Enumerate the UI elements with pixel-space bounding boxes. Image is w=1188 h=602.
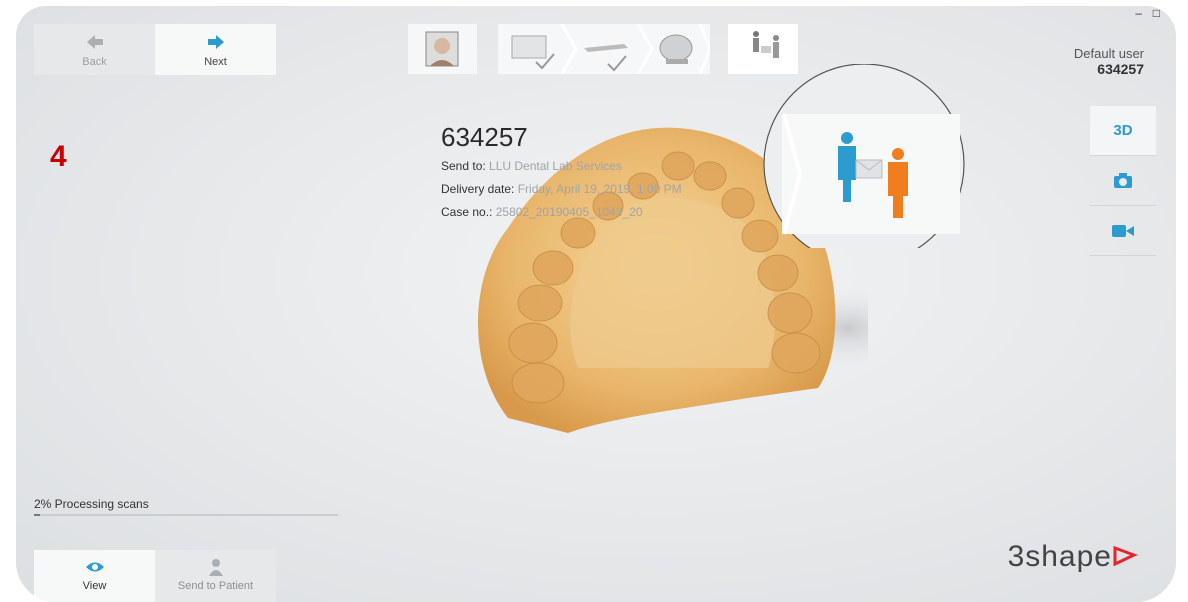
delivery-row: Delivery date: Friday, April 19, 2019, 1… [441,182,682,196]
maximize-button[interactable]: □ [1153,6,1160,20]
send-to-value: LLU Dental Lab Services [489,159,622,173]
brand-logo-text: 3shape [1007,540,1112,573]
eye-icon [85,562,104,572]
step-patient[interactable] [408,24,477,74]
case-id: 634257 [441,122,528,152]
tab-3d[interactable]: 3D [1090,106,1156,156]
view-mode-tabs: 3D [1090,106,1156,256]
delivery-label: Delivery date: [441,182,515,196]
check-icon [607,55,627,72]
step-model[interactable] [659,34,693,64]
back-label: Back [82,56,107,68]
patient-photo-icon [425,31,459,67]
arrow-left-icon [86,35,103,49]
app-window: Back Next – □ Default user 634257 3D 4 6… [16,6,1176,602]
case-info: 634257 Send to: LLU Dental Lab Services … [441,122,682,228]
progress-text: 2% Processing scans [34,497,149,511]
user-name: Default user [1073,46,1144,61]
processing-progress: 2% Processing scans [34,497,338,516]
caseno-row: Case no.: 25802_20190405_1043_20 [441,205,682,219]
send-tab-label: Send to Patient [177,580,254,592]
person-icon [208,559,223,576]
step-number: 4 [50,140,67,173]
magnified-step-callout [763,64,965,248]
delivery-value: Friday, April 19, 2019, 1:00 PM [517,182,682,196]
tab-video[interactable] [1090,206,1156,256]
send-to-label: Send to: [441,159,486,173]
user-info: Default user 634257 [1074,46,1144,77]
view-tab-label: View [82,580,107,592]
back-button[interactable]: Back [34,24,155,75]
next-button[interactable]: Next [155,24,276,75]
video-camera-icon [1112,224,1134,237]
minimize-button[interactable]: – [1135,6,1142,20]
step-icons [511,23,712,75]
tab-3d-label: 3D [1113,122,1133,139]
camera-icon [1114,172,1132,188]
brand-logo: 3shape [1008,540,1138,574]
arrow-right-icon [207,35,224,49]
next-label: Next [204,56,227,68]
step-scan[interactable] [584,44,628,72]
user-id: 634257 [1097,61,1144,77]
caseno-value: 25802_20190405_1043_20 [495,205,643,219]
step-order-form[interactable] [511,35,555,70]
step-group [498,23,712,75]
send-to-patient-tab[interactable]: Send to Patient [155,550,276,602]
progress-track [34,514,338,516]
progress-fill [34,514,41,516]
logo-triangle-icon [1113,545,1138,567]
send-to-row: Send to: LLU Dental Lab Services [441,159,682,173]
tab-photo[interactable] [1090,156,1156,206]
caseno-label: Case no.: [441,205,493,219]
view-tab[interactable]: View [34,550,155,602]
